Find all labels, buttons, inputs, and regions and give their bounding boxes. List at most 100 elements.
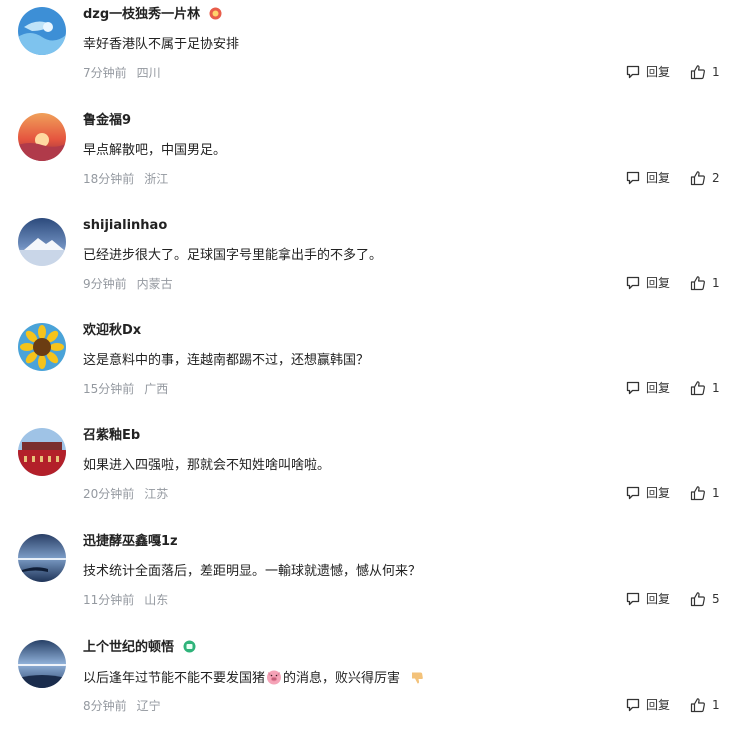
- reply-label: 回复: [646, 592, 671, 606]
- level-badge-icon: [183, 640, 196, 658]
- reply-icon: [626, 381, 640, 395]
- reply-label: 回复: [646, 276, 671, 290]
- like-button[interactable]: 1: [690, 379, 720, 397]
- comment-text: 技术统计全面落后，差距明显。一輸球就遗憾，憾从何来？: [83, 564, 422, 579]
- comment-text-part: 的消息，败兴得厉害: [283, 671, 401, 686]
- comment-time: 11分钟前: [83, 593, 135, 607]
- reply-button[interactable]: 回复: [625, 590, 670, 608]
- like-button[interactable]: 2: [690, 169, 720, 187]
- username[interactable]: dzg一枝独秀一片林: [83, 7, 222, 25]
- comment-item: 上个世纪的顿悟 以后逢年过节能不能不要发国猪 的消息，败兴得厉害 8分钟前 辽宁 回…: [0, 636, 730, 742]
- thumbs-up-icon: [690, 65, 705, 80]
- comment-meta: 8分钟前 辽宁: [83, 697, 161, 715]
- comment-text: 幸好香港队不属于足协安排: [83, 37, 240, 52]
- medal-badge-icon: [209, 7, 222, 25]
- comment-meta: 18分钟前 浙江: [83, 170, 168, 188]
- comment-location: 广西: [144, 382, 169, 396]
- username[interactable]: 上个世纪的顿悟: [83, 640, 196, 658]
- username-text[interactable]: 迅捷酵巫鑫嘎1z: [83, 534, 178, 549]
- comment-item: 召紫釉Eb 如果进入四强啦，那就会不知姓啥叫啥啦。 20分钟前 江苏 回复 1: [0, 424, 730, 530]
- thumbs-up-icon: [690, 592, 705, 607]
- username[interactable]: 召紫釉Eb: [83, 428, 140, 444]
- username-text[interactable]: dzg一枝独秀一片林: [83, 7, 200, 22]
- comment-meta: 9分钟前 内蒙古: [83, 275, 173, 293]
- comment-item: 欢迎秋Dx 这是意料中的事，连越南都踢不过，还想赢韩国？ 15分钟前 广西 回复 …: [0, 319, 730, 425]
- like-count: 5: [712, 592, 720, 606]
- username[interactable]: 迅捷酵巫鑫嘎1z: [83, 534, 178, 550]
- thumbs-up-icon: [690, 381, 705, 396]
- username-text[interactable]: 上个世纪的顿悟: [83, 640, 174, 655]
- comment-meta: 11分钟前 山东: [83, 591, 168, 609]
- pig-face-icon: [266, 669, 282, 691]
- reply-button[interactable]: 回复: [625, 379, 670, 397]
- avatar[interactable]: [18, 428, 66, 476]
- comment-text-part: 以后逢年过节能不能不要发国猪: [83, 671, 266, 686]
- avatar[interactable]: [18, 218, 66, 266]
- comment-time: 9分钟前: [83, 277, 127, 291]
- username[interactable]: 欢迎秋Dx: [83, 323, 141, 339]
- comment-item: 鲁金福9 早点解散吧，中国男足。 18分钟前 浙江 回复 2: [0, 109, 730, 215]
- comment-item: shijialinhao 已经进步很大了。足球国字号里能拿出手的不多了。 9分钟…: [0, 214, 730, 320]
- like-count: 1: [712, 276, 720, 290]
- avatar[interactable]: [18, 534, 66, 582]
- thumbs-up-icon: [690, 276, 705, 291]
- reply-button[interactable]: 回复: [625, 169, 670, 187]
- avatar[interactable]: [18, 323, 66, 371]
- comment-text: 以后逢年过节能不能不要发国猪 的消息，败兴得厉害: [83, 669, 425, 691]
- thumbs-up-icon: [690, 486, 705, 501]
- like-count: 2: [712, 171, 720, 185]
- comment-text: 已经进步很大了。足球国字号里能拿出手的不多了。: [83, 248, 383, 263]
- avatar[interactable]: [18, 113, 66, 161]
- comment-location: 四川: [136, 66, 161, 80]
- like-button[interactable]: 1: [690, 484, 720, 502]
- comment-time: 7分钟前: [83, 66, 127, 80]
- comment-item: 迅捷酵巫鑫嘎1z 技术统计全面落后，差距明显。一輸球就遗憾，憾从何来？ 11分钟…: [0, 530, 730, 636]
- comment-location: 江苏: [144, 487, 169, 501]
- username[interactable]: shijialinhao: [83, 218, 167, 234]
- comment-meta: 20分钟前 江苏: [83, 485, 168, 503]
- comment-text: 这是意料中的事，连越南都踢不过，还想赢韩国？: [83, 353, 370, 368]
- avatar[interactable]: [18, 7, 66, 55]
- username[interactable]: 鲁金福9: [83, 113, 131, 129]
- like-button[interactable]: 1: [690, 696, 720, 714]
- comment-location: 山东: [144, 593, 169, 607]
- username-text[interactable]: 欢迎秋Dx: [83, 323, 141, 338]
- username-text[interactable]: 召紫釉Eb: [83, 428, 140, 443]
- reply-icon: [626, 592, 640, 606]
- reply-icon: [626, 65, 640, 79]
- comment-time: 20分钟前: [83, 487, 135, 501]
- reply-button[interactable]: 回复: [625, 484, 670, 502]
- avatar[interactable]: [18, 640, 66, 688]
- like-count: 1: [712, 381, 720, 395]
- reply-button[interactable]: 回复: [625, 696, 670, 714]
- comment-meta: 7分钟前 四川: [83, 64, 161, 82]
- comment-location: 辽宁: [136, 699, 161, 713]
- reply-label: 回复: [646, 381, 671, 395]
- comment-time: 8分钟前: [83, 699, 127, 713]
- reply-button[interactable]: 回复: [625, 63, 670, 81]
- comment-time: 15分钟前: [83, 382, 135, 396]
- reply-button[interactable]: 回复: [625, 274, 670, 292]
- like-count: 1: [712, 698, 720, 712]
- thumbs-up-icon: [690, 698, 705, 713]
- comment-text: 如果进入四强啦，那就会不知姓啥叫啥啦。: [83, 458, 331, 473]
- reply-icon: [626, 171, 640, 185]
- comment-item: dzg一枝独秀一片林 幸好香港队不属于足协安排 7分钟前 四川 回复 1: [0, 3, 730, 109]
- reply-icon: [626, 698, 640, 712]
- like-count: 1: [712, 486, 720, 500]
- comment-meta: 15分钟前 广西: [83, 380, 168, 398]
- comment-location: 内蒙古: [136, 277, 173, 291]
- thumbs-down-emoji-icon: [410, 671, 424, 691]
- like-count: 1: [712, 65, 720, 79]
- username-text[interactable]: 鲁金福9: [83, 113, 131, 128]
- comment-location: 浙江: [144, 172, 169, 186]
- comment-time: 18分钟前: [83, 172, 135, 186]
- like-button[interactable]: 1: [690, 274, 720, 292]
- reply-label: 回复: [646, 171, 671, 185]
- thumbs-up-icon: [690, 171, 705, 186]
- like-button[interactable]: 1: [690, 63, 720, 81]
- username-text[interactable]: shijialinhao: [83, 218, 167, 233]
- reply-label: 回复: [646, 486, 671, 500]
- reply-label: 回复: [646, 65, 671, 79]
- like-button[interactable]: 5: [690, 590, 720, 608]
